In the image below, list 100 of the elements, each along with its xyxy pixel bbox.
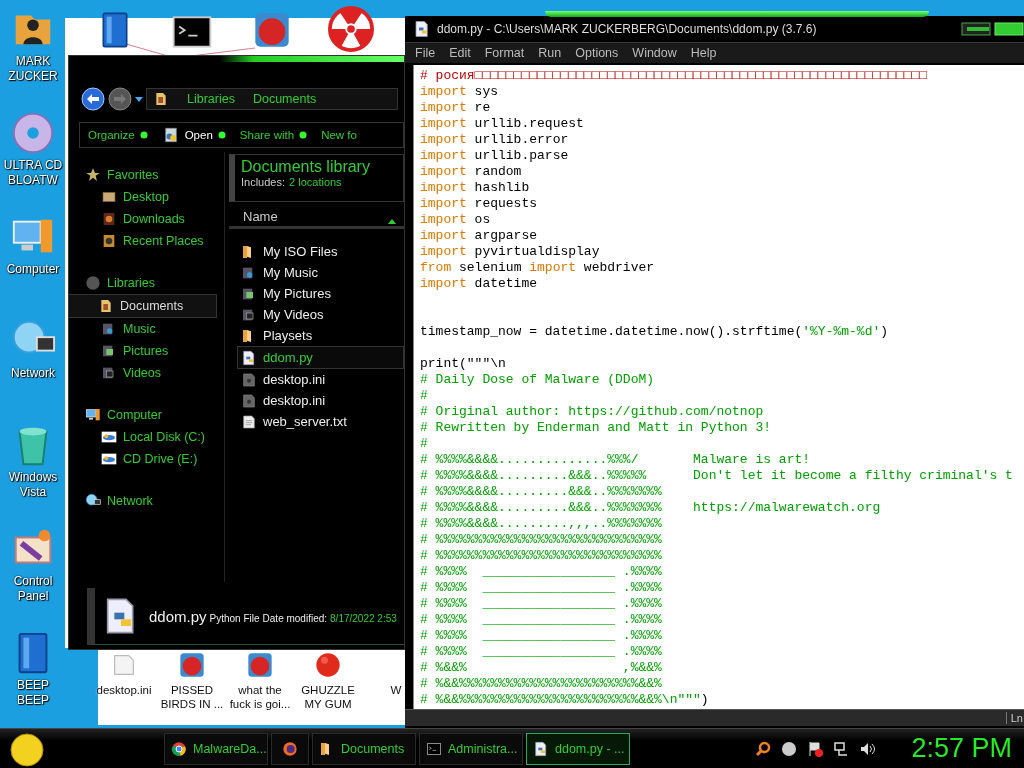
- list-item[interactable]: My Pictures: [241, 283, 404, 304]
- menu-item[interactable]: Edit: [443, 46, 477, 60]
- nav-item[interactable]: Network: [81, 490, 224, 512]
- list-item[interactable]: Playsets: [241, 325, 404, 346]
- list-item[interactable]: web_server.txt: [241, 411, 404, 432]
- list-item[interactable]: My Videos: [241, 304, 404, 325]
- nav-item[interactable]: Documents: [69, 294, 217, 318]
- icon-label: ULTRA CD BLOATW: [2, 158, 64, 188]
- text-file-icon: [241, 413, 257, 430]
- icon-label: Network: [10, 366, 56, 381]
- code-line: # %%%%&&&&.........&&&..%%%%%%% https://malwarewatch.org: [420, 500, 882, 516]
- code-line: # %%%% _________________ .%%%%: [420, 644, 663, 660]
- nav-item[interactable]: Local Disk (C:): [97, 426, 224, 448]
- nav-item[interactable]: Computer: [81, 404, 224, 426]
- nav-item[interactable]: Videos: [97, 362, 224, 384]
- disc-icon: [10, 110, 56, 156]
- code-line: # Original author: https://github.com/notnop: [420, 404, 765, 420]
- code-line: # %&&%%%%%%%%%%%%%%%%%%%%%%%&&%: [420, 676, 663, 692]
- file-type: Python File: [209, 612, 260, 624]
- code-editor[interactable]: [413, 65, 1024, 709]
- code-line: # %%%% _________________ .%%%%: [420, 580, 663, 596]
- documents-icon: [98, 298, 114, 314]
- menu-item[interactable]: Window: [626, 46, 683, 60]
- gear-file-icon: [241, 371, 257, 388]
- code-line: # %&&% ,%&&%: [420, 660, 663, 676]
- code-line: # %%%%&&&&.........&&&..%%%%%%%: [420, 484, 663, 500]
- toolbar-button[interactable]: Share with: [237, 127, 310, 143]
- code-line: timestamp_now = datetime.datetime.now().strftime('%Y-%m-%d'): [420, 324, 890, 340]
- taskbar-button[interactable]: ddom.py - ...: [526, 732, 630, 765]
- nav-item[interactable]: Desktop: [97, 186, 224, 208]
- fuzzy-ball-icon: [314, 651, 342, 679]
- dot-icon: [299, 131, 308, 139]
- caret-icon[interactable]: [135, 95, 143, 103]
- code-line: print("""\n: [420, 356, 507, 372]
- taskbar-button[interactable]: Documents: [312, 732, 416, 765]
- browser-icon: [171, 740, 187, 757]
- icon-label: BEEP BEEP: [16, 678, 50, 708]
- code-line: import os: [420, 212, 492, 228]
- toolbar-button[interactable]: Open: [159, 124, 228, 146]
- icon-label: Control Panel: [12, 574, 54, 604]
- nav-item[interactable]: Pictures: [97, 340, 224, 362]
- nav-item[interactable]: Libraries: [81, 272, 224, 294]
- minimize-button[interactable]: [961, 22, 991, 36]
- menu-item[interactable]: File: [409, 46, 442, 60]
- drive-icon: [101, 451, 117, 467]
- globe-icon: [85, 493, 101, 509]
- list-item[interactable]: desktop.ini: [241, 390, 404, 411]
- python-file-icon: [413, 20, 431, 38]
- code-line: #: [420, 436, 429, 452]
- menu-item[interactable]: Help: [684, 46, 723, 60]
- date-value: 8/17/2022 2:53: [330, 612, 397, 624]
- nav-item[interactable]: Recent Places: [97, 230, 224, 252]
- downloads-icon: [101, 211, 117, 227]
- flag-error-icon[interactable]: [807, 740, 824, 757]
- videos-folder-icon: [101, 365, 117, 381]
- code-line: # %%%%&&&&.........&&&..%%%%% Don't let it become a filthy criminal's t: [420, 468, 1014, 484]
- toolbar-button[interactable]: Organize: [86, 127, 150, 143]
- code-line: # %&&%%%%%%%%%%%%%%%%%%%%%%%&&%\n"""): [420, 692, 710, 708]
- code-line: # %%%%&&&&.........,,,..%%%%%%%: [420, 516, 663, 532]
- icon-label: PISSED BIRDS IN ...: [160, 683, 224, 711]
- nav-item[interactable]: Downloads: [97, 208, 224, 230]
- code-line: import sys: [420, 84, 500, 100]
- console-icon: [426, 740, 442, 757]
- icon-label: GHUZZLE MY GUM: [300, 683, 356, 711]
- menu-item[interactable]: Format: [478, 46, 531, 60]
- nav-item[interactable]: Music: [97, 318, 224, 340]
- icon-label: Windows Vista: [7, 470, 59, 500]
- code-line: # %%%% _________________ .%%%%: [420, 612, 663, 628]
- code-line: # Daily Dose of Malware (DDoM): [420, 372, 656, 388]
- circle-icon[interactable]: [781, 740, 798, 757]
- code-line: # %%%%%%%%%%%%%%%%%%%%%%%%%%%%%: [420, 548, 663, 564]
- taskbar-button[interactable]: [271, 732, 309, 765]
- locations-link[interactable]: 2 locations: [289, 176, 342, 188]
- window-title: ddom.py - C:\Users\MARK ZUCKERBERG\Documents\ddom.py (3.7.6): [437, 22, 817, 36]
- code-line: import pyvirtualdisplay: [420, 244, 601, 260]
- list-item[interactable]: My Music: [241, 262, 404, 283]
- nav-item[interactable]: CD Drive (E:): [97, 448, 224, 470]
- forward-button[interactable]: [108, 87, 132, 111]
- network-icon[interactable]: [833, 740, 850, 757]
- code-line: import urllib.request: [420, 116, 585, 132]
- list-item[interactable]: desktop.ini: [241, 369, 404, 390]
- dot-icon: [139, 131, 148, 139]
- nav-item[interactable]: Favorites: [81, 164, 224, 186]
- back-button[interactable]: [81, 87, 105, 111]
- python-file-icon: [533, 740, 549, 757]
- maximize-button[interactable]: [994, 22, 1024, 36]
- search-icon[interactable]: [755, 740, 772, 757]
- taskbar-button[interactable]: Administra...: [419, 732, 523, 765]
- list-item[interactable]: ddom.py: [237, 346, 404, 369]
- menu-item[interactable]: Run: [532, 46, 568, 60]
- dot-icon: [217, 131, 226, 139]
- code-line: import urllib.parse: [420, 148, 570, 164]
- code-line: import random: [420, 164, 523, 180]
- toolbar-button[interactable]: New fo: [319, 127, 359, 143]
- icon-label: MARK ZUCKER: [7, 54, 59, 84]
- menu-item[interactable]: Options: [569, 46, 625, 60]
- address-bar[interactable]: Libraries Documents: [146, 88, 398, 110]
- list-item[interactable]: My ISO Files: [241, 241, 404, 262]
- documents-icon: [153, 91, 169, 107]
- taskbar-button[interactable]: MalwareDa...: [164, 732, 268, 765]
